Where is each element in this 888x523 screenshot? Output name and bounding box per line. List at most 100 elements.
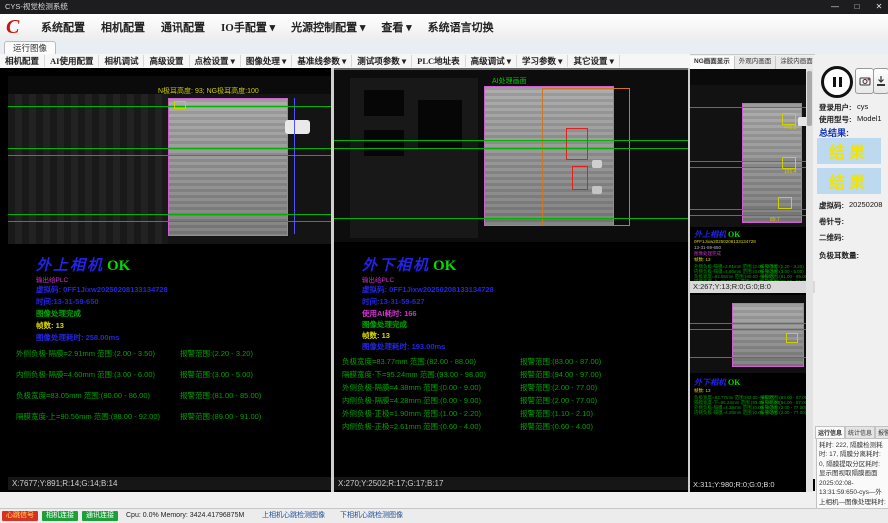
measure-line [8,106,331,107]
close-icon[interactable]: ✕ [873,0,885,14]
menu-comm-config[interactable]: 通讯配置 [154,17,212,37]
tool-baseline-params[interactable]: 基准线参数 ▾ [292,55,352,67]
tab-glue-view[interactable]: 涂胶内画面 [776,56,818,69]
ng-image-upper[interactable]: 446.2 191.4 89.7 [690,69,813,227]
tool-ai-config[interactable]: AI使用配置 [45,55,99,67]
tool-camera-config[interactable]: 相机配置 [0,55,45,67]
menu-language-switch[interactable]: 系统语言切换 [421,17,501,37]
pixel-coordinate-bar: X:270;Y:2502;R:17;G:17;B:17 [334,477,688,490]
window-titlebar: CYS-视觉检测系统 — □ ✕ [0,0,888,14]
elapsed-line: 图像处理耗时: 258.00ms [36,332,119,343]
pixel-coordinate-bar: X:267;Y:13;R:0;G:0;B:0 [690,281,816,293]
measurement-row: 外侧负极-隔膜=2.91mm 范围:(2.00 - 3.50) 报警范围:(2.… [16,348,329,357]
machine-slot [364,130,404,156]
pause-button[interactable] [821,66,853,98]
negative-tab-count-label: 负极耳数量: [819,250,859,261]
measure-line [690,357,813,358]
ng-tab-strip: NG画面显示 外观内画面 涂胶内画面 [690,56,813,70]
panel-title: 外上相机OK [36,254,130,275]
measurement-value: 外侧负极-隔膜=2.91mm 范围:(2.00 - 3.50) [16,348,155,359]
menu-io-config[interactable]: IO手配置 ▾ [214,17,282,37]
measurement-row: 内侧负极-正极=2.61mm 范围:(0.60 - 4.00) 报警范围:(0.… [342,421,686,430]
menu-view[interactable]: 查看 ▾ [374,17,418,37]
tool-test-params[interactable]: 测试项参数 ▾ [352,55,412,67]
tick-label: 446.2 [784,125,797,131]
model-value: Model1 [857,114,882,123]
measurement-row: 内侧负极-隔膜=4.28mm 范围:(0.00 - 9.00) 报警范围:(2.… [342,395,686,404]
measure-line [334,148,688,149]
menu-system-config[interactable]: 系统配置 [34,17,92,37]
measurement-row: 隔膜宽度-下=95.24mm 范围:(93.00 - 98.00) 报警范围:(… [342,369,686,378]
camera-capture-button[interactable] [855,68,874,94]
measurement-value: 内侧负极-正极=2.61mm 范围:(0.60 - 4.00) [342,421,481,432]
tab-connector-blob [285,120,310,134]
barcode-line: 0FF1Jixw20250208133134728 [694,239,756,244]
tool-plc-address[interactable]: PLC地址表 [412,55,466,67]
camera-status-badge: 相机连接 [42,511,78,521]
yellow-marker [782,113,796,125]
pause-icon [839,77,842,87]
tool-other-settings[interactable]: 其它设置 ▾ [568,55,619,67]
machine-slot [418,100,462,150]
scene-top-band [690,69,813,85]
scrollbar-thumb[interactable] [807,71,812,126]
defect-box [572,166,588,190]
ng-image-lower[interactable] [690,295,813,373]
measurement-value: 外侧负极-正极=1.90mm 范围:(1.00 - 2.20) [342,408,481,419]
menu-bar: C 系统配置 相机配置 通讯配置 IO手配置 ▾ 光源控制配置 ▾ 查看 ▾ 系… [0,14,888,41]
tool-learning-params[interactable]: 学习参数 ▾ [517,55,568,67]
tool-image-processing[interactable]: 图像处理 ▾ [241,55,292,67]
menu-light-config[interactable]: 光源控制配置 ▾ [284,17,372,37]
tool-camera-debug[interactable]: 相机调试 [99,55,144,67]
tick-label: 191.4 [784,169,797,175]
defect-box [566,128,588,160]
camera-name: 外上相机 [694,230,726,239]
save-export-button[interactable] [873,68,888,94]
status-bar: 心跳信号 相机连接 通讯连接 Cpu: 0.0% Memory: 3424.41… [0,508,888,523]
camera-image-outer-lower[interactable]: AI处理画面 [334,68,688,242]
tool-advanced-debug[interactable]: 高级调试 ▾ [466,55,517,67]
tool-advanced-settings[interactable]: 高级设置 [144,55,189,67]
machine-slot [364,90,404,116]
tab-run-image[interactable]: 运行图像 [4,41,56,55]
ai-time-line: 使用AI耗时: 166 [362,308,417,319]
app-logo-icon: C [6,16,28,38]
panel-title: 外下相机OK [362,254,456,275]
measurement-row: 负极宽度=83.77mm 范围:(82.00 - 88.00) 报警范围:(83… [342,356,686,365]
measurement-value: 负极宽度=83.77mm 范围:(82.00 - 88.00) [342,356,476,367]
measurement-row: 隔膜宽度-上=90.56mm 范围:(88.00 - 92.00) 报警范围:(… [16,411,329,420]
barcode-line: 虚拟码: 0FF1Jixw20250208133134728 [36,284,168,295]
alarm-range: 报警范围:(2.00 - 77.00) [520,382,597,393]
ng-panel-upper: 446.2 191.4 89.7 外上相机 OK 0FF1Jixw2025020… [690,69,813,281]
measure-line [690,107,813,108]
result-ok: OK [107,258,130,274]
camera-image-outer-upper[interactable]: N极耳高度: 93; NG极耳高度:100 [8,76,331,244]
virtual-code-value: 20250208 [849,200,882,209]
measurement-value: 内侧负极-隔膜=4.28mm 范围:(0.00 - 9.00) [342,395,481,406]
tool-spot-check[interactable]: 点检设置 ▾ [190,55,241,67]
ng-scrollbar[interactable] [806,69,813,492]
tab-ng-view[interactable]: NG画面显示 [690,56,735,69]
ng-panel-lower: 外下相机 OK 帧数: 13 负极宽度=83.77mm 范围:(82.00 - … [690,295,813,479]
login-user-label: 登录用户: [819,102,852,113]
run-info-log[interactable]: 耗时: 222, 隔膜检测耗时: 17, 隔膜分离耗时: 0, 隔膜提取分区耗时… [816,438,888,512]
measurement-row: 内侧负极-隔膜=4.28mm 范围:(0.00 - 9.00) 报警范围:(2.… [694,410,813,416]
measure-line [8,214,331,215]
cpu-memory-status: Cpu: 0.0% Memory: 3424.41796875M [126,511,244,521]
menu-camera-config[interactable]: 相机配置 [94,17,152,37]
measure-line [690,329,813,330]
maximize-icon[interactable]: □ [851,0,863,14]
measurement-value: 负极宽度=83.05mm 范围:(80.00 - 86.00) [16,390,150,401]
result-ok: OK [728,230,740,239]
measure-line [8,155,331,156]
measure-line [690,215,813,216]
measure-line [334,218,688,219]
machine-background [8,76,168,244]
tab-outer-view[interactable]: 外观内画面 [735,56,777,69]
camera-icon [859,75,871,87]
measurement-row: 负极宽度=83.05mm 范围:(80.00 - 86.00) 报警范围:(81… [16,390,329,399]
measurement-value: 外侧负极-隔膜=4.38mm 范围:(0.00 - 9.00) [342,382,481,393]
qr-code-label: 二维码: [819,232,844,243]
minimize-icon[interactable]: — [829,0,841,14]
time-line: 13-31-59-650 [694,245,721,250]
